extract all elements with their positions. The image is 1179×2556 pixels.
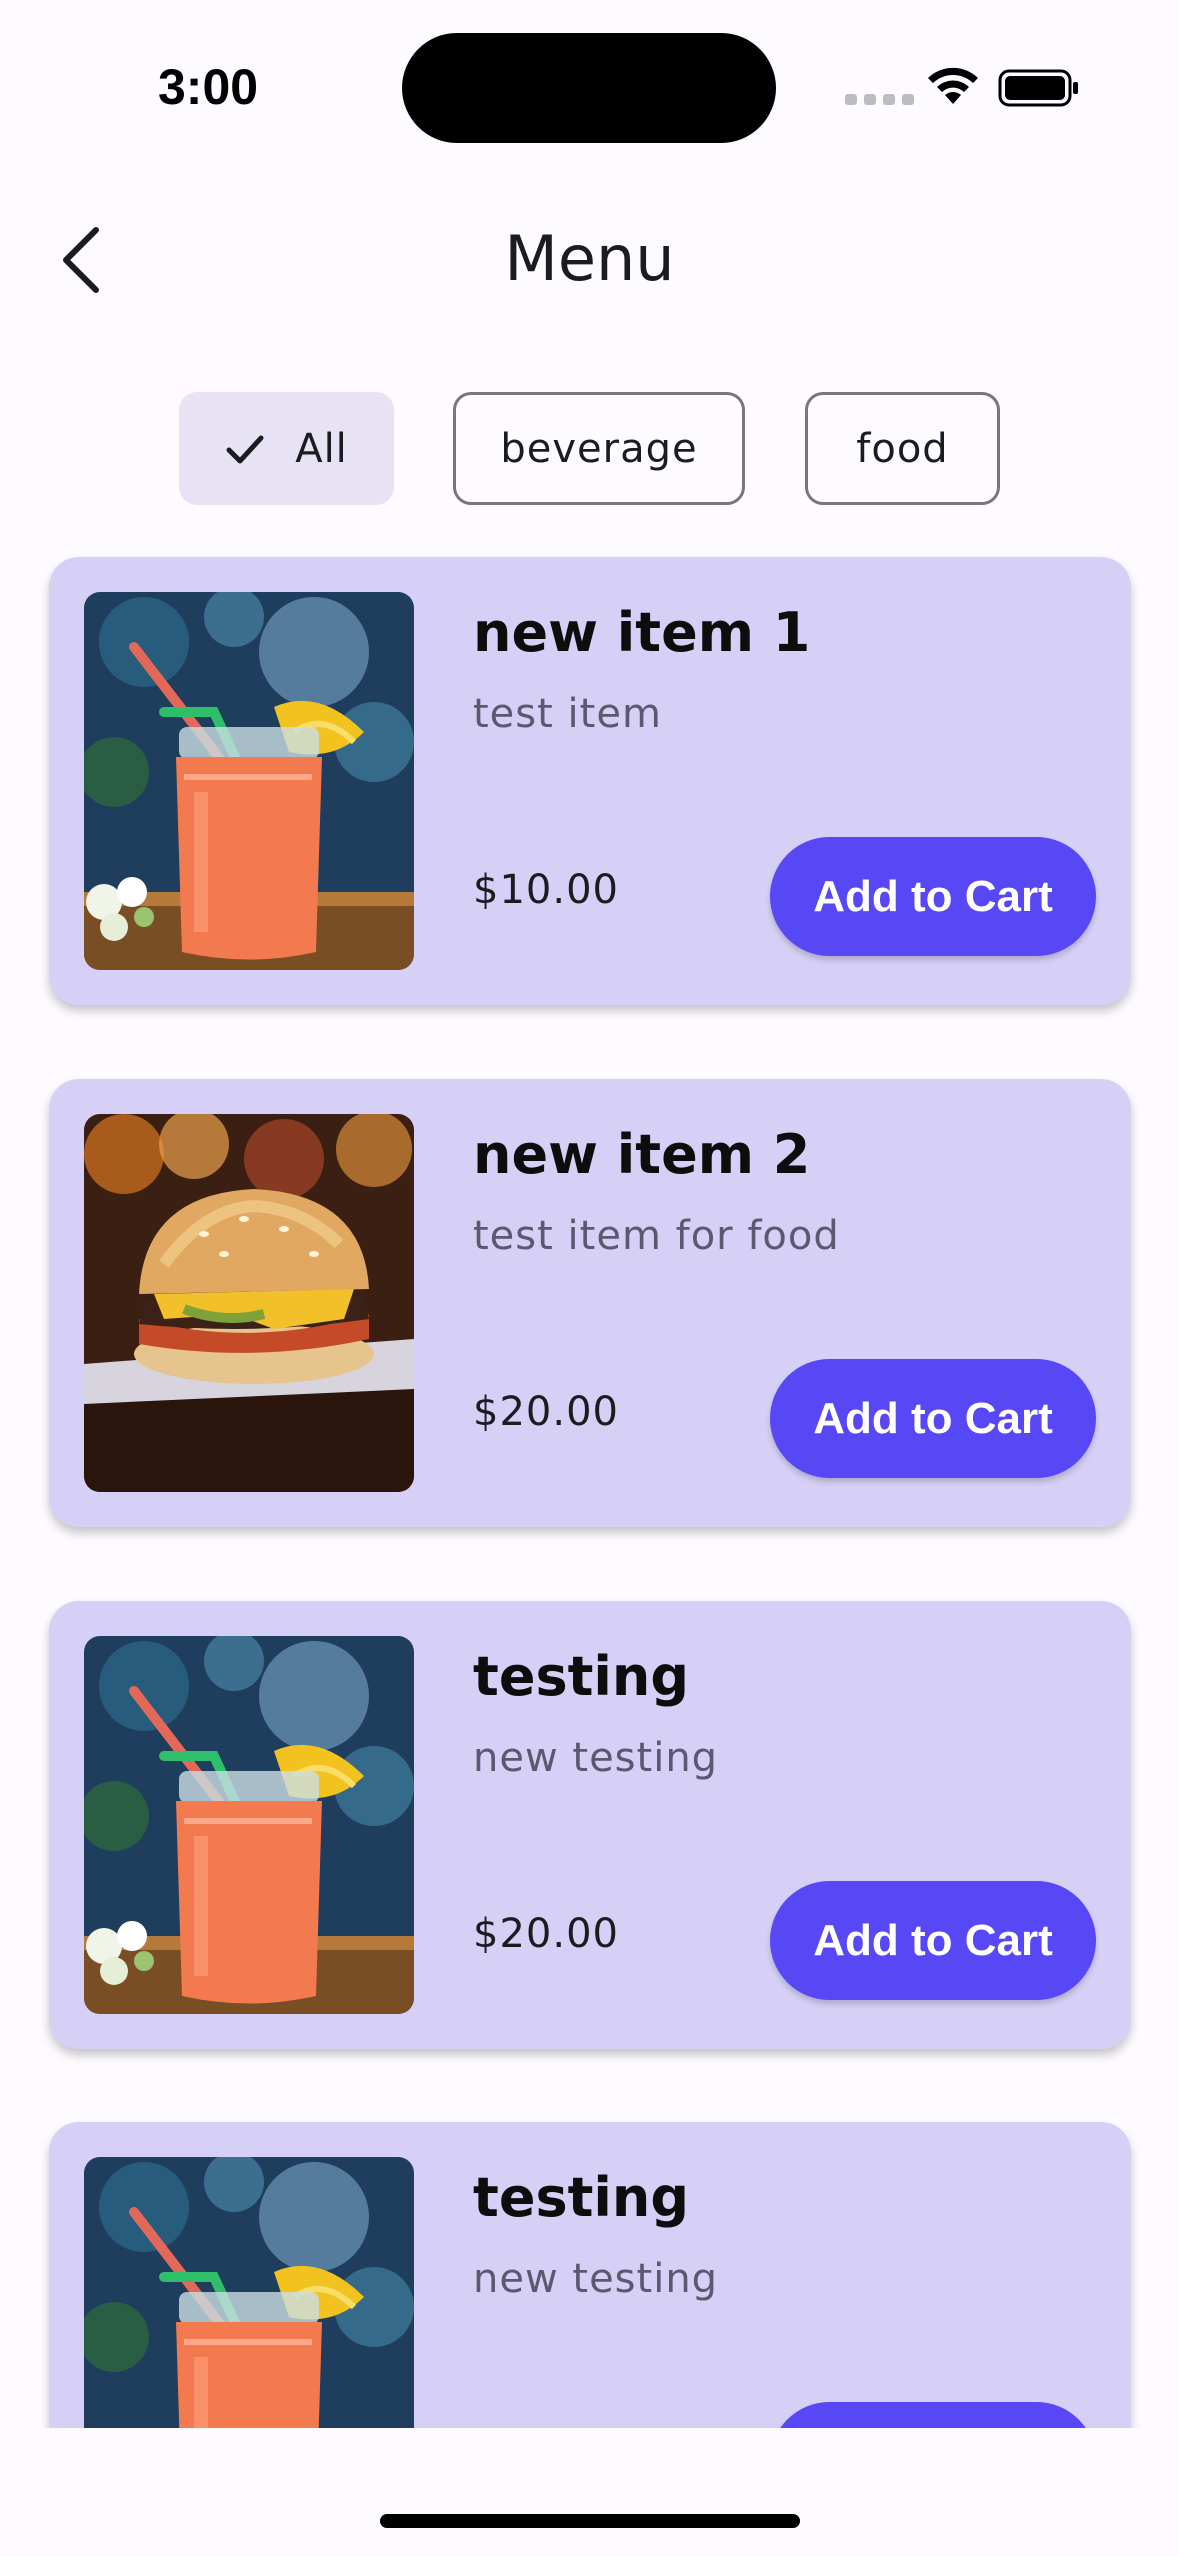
drink-icon	[84, 2157, 414, 2428]
drink-icon	[84, 592, 414, 970]
menu-item-card[interactable]: testing new testing $20.00 Add to Cart	[49, 1601, 1131, 2049]
add-to-cart-button[interactable]: Add to Cart	[770, 1359, 1096, 1478]
item-description: test item	[473, 691, 662, 737]
menu-item-list[interactable]: new item 1 test item $10.00 Add to Cart …	[0, 0, 1179, 2428]
item-name: new item 1	[473, 601, 811, 664]
burger-icon	[84, 1114, 414, 1492]
item-description: new testing	[473, 2256, 719, 2302]
item-price: $10.00	[473, 867, 619, 913]
menu-item-card[interactable]: testing new testing	[49, 2122, 1131, 2428]
item-name: new item 2	[473, 1123, 811, 1186]
menu-item-card[interactable]: new item 1 test item $10.00 Add to Cart	[49, 557, 1131, 1005]
item-description: new testing	[473, 1735, 719, 1781]
home-indicator[interactable]	[380, 2514, 800, 2528]
item-name: testing	[473, 2166, 689, 2229]
menu-item-card[interactable]: new item 2 test item for food $20.00 Add…	[49, 1079, 1131, 1527]
item-description: test item for food	[473, 1213, 840, 1259]
bottom-safe-area	[0, 2428, 1179, 2556]
item-price: $20.00	[473, 1389, 619, 1435]
item-price: $20.00	[473, 1911, 619, 1957]
add-to-cart-button[interactable]: Add to Cart	[770, 1881, 1096, 2000]
add-to-cart-button[interactable]	[770, 2402, 1096, 2428]
add-to-cart-button[interactable]: Add to Cart	[770, 837, 1096, 956]
drink-icon	[84, 1636, 414, 2014]
item-name: testing	[473, 1645, 689, 1708]
